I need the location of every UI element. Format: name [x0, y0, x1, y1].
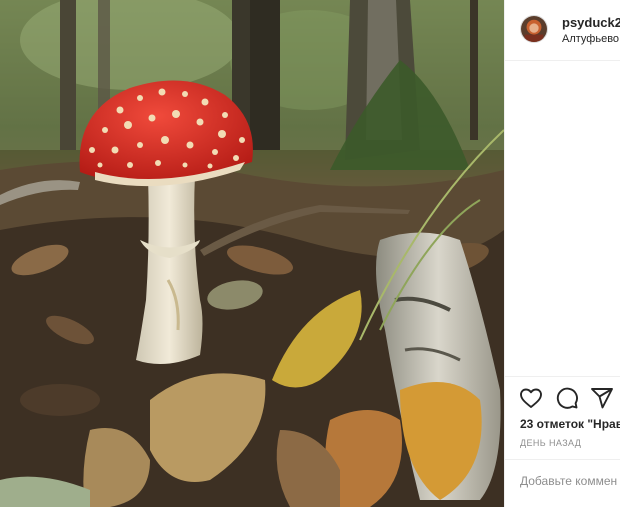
post-timestamp[interactable]: ДЕНЬ НАЗАД	[520, 438, 581, 448]
comment-box	[505, 459, 620, 507]
heart-icon[interactable]	[519, 386, 543, 410]
share-icon[interactable]	[590, 386, 614, 410]
fly-agaric-mushroom-photo	[0, 0, 504, 507]
comment-icon[interactable]	[555, 386, 579, 410]
likes-count[interactable]: 23 отметок "Нрав	[520, 417, 620, 431]
comment-input[interactable]	[520, 474, 620, 488]
post-side-panel: psyduck23 Алтуфьево 23 отметок "Нрав ДЕН…	[504, 0, 620, 507]
post-photo[interactable]	[0, 0, 504, 507]
avatar-image	[521, 16, 547, 42]
post-header: psyduck23 Алтуфьево	[505, 0, 620, 61]
username-link[interactable]: psyduck23	[562, 15, 620, 30]
post-actions: 23 отметок "Нрав ДЕНЬ НАЗАД	[505, 376, 620, 507]
avatar[interactable]	[520, 15, 548, 43]
location-link[interactable]: Алтуфьево	[562, 33, 619, 45]
